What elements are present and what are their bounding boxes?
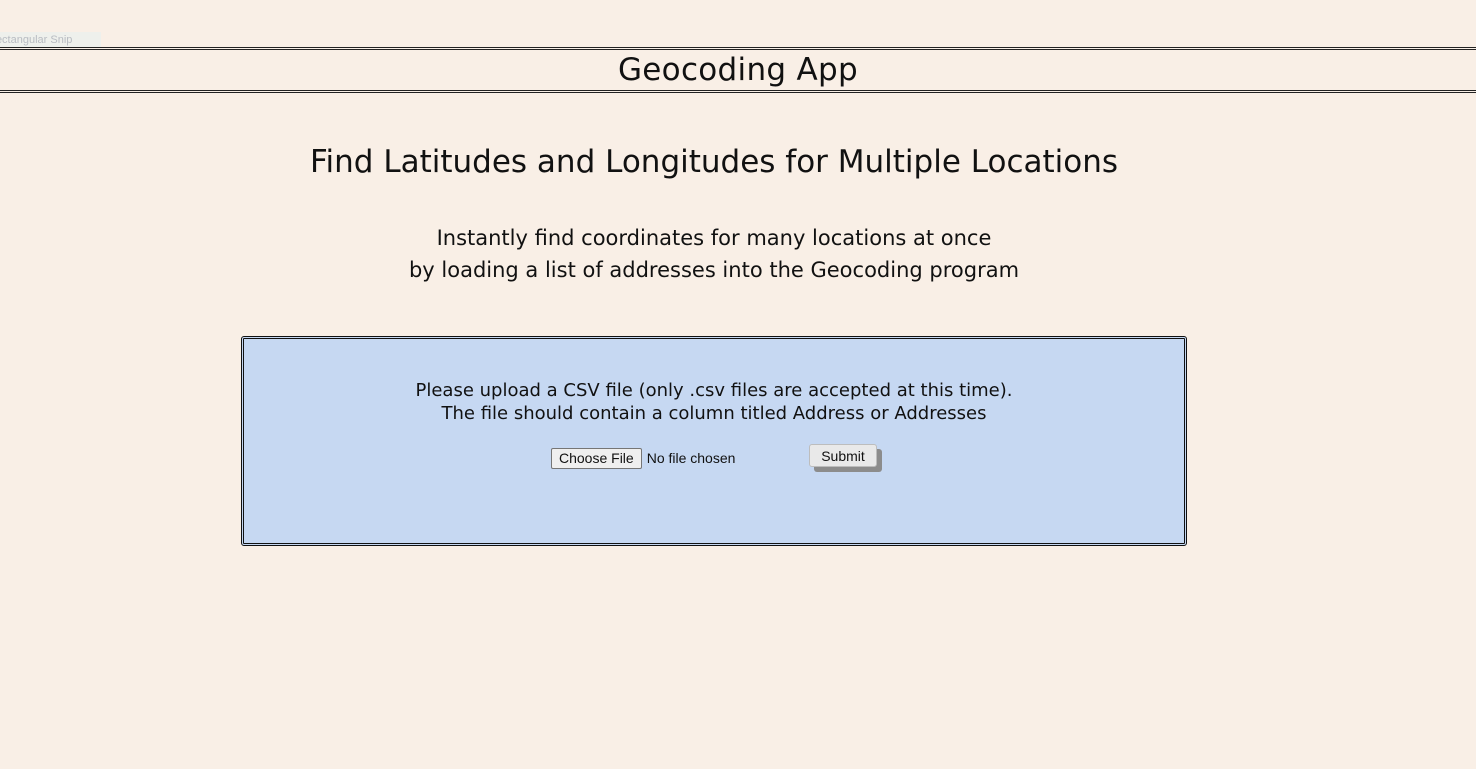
choose-file-button[interactable]: Choose File xyxy=(551,447,642,469)
subtext-line-1: Instantly find coordinates for many loca… xyxy=(436,226,992,250)
subtext-line-2: by loading a list of addresses into the … xyxy=(408,258,1020,282)
app-title: Geocoding App xyxy=(617,52,858,88)
page: Rectangular Snip Geocoding App Find Lati… xyxy=(0,0,1476,769)
upload-form: Please upload a CSV file (only .csv file… xyxy=(241,336,1187,546)
page-subtext: Instantly find coordinates for many loca… xyxy=(0,222,1428,286)
file-status-label: No file chosen xyxy=(646,450,736,466)
upload-instructions: Please upload a CSV file (only .csv file… xyxy=(244,379,1184,425)
file-input[interactable]: Choose File No file chosen xyxy=(551,446,735,470)
upload-instruction-line-2: The file should contain a column titled … xyxy=(441,403,987,424)
submit-button[interactable]: Submit xyxy=(809,444,877,467)
upload-instruction-line-1: Please upload a CSV file (only .csv file… xyxy=(415,380,1013,401)
page-headline: Find Latitudes and Longitudes for Multip… xyxy=(309,144,1119,180)
title-bar: Geocoding App xyxy=(0,47,1476,93)
rectangular-snip-tooltip: Rectangular Snip xyxy=(0,32,101,48)
